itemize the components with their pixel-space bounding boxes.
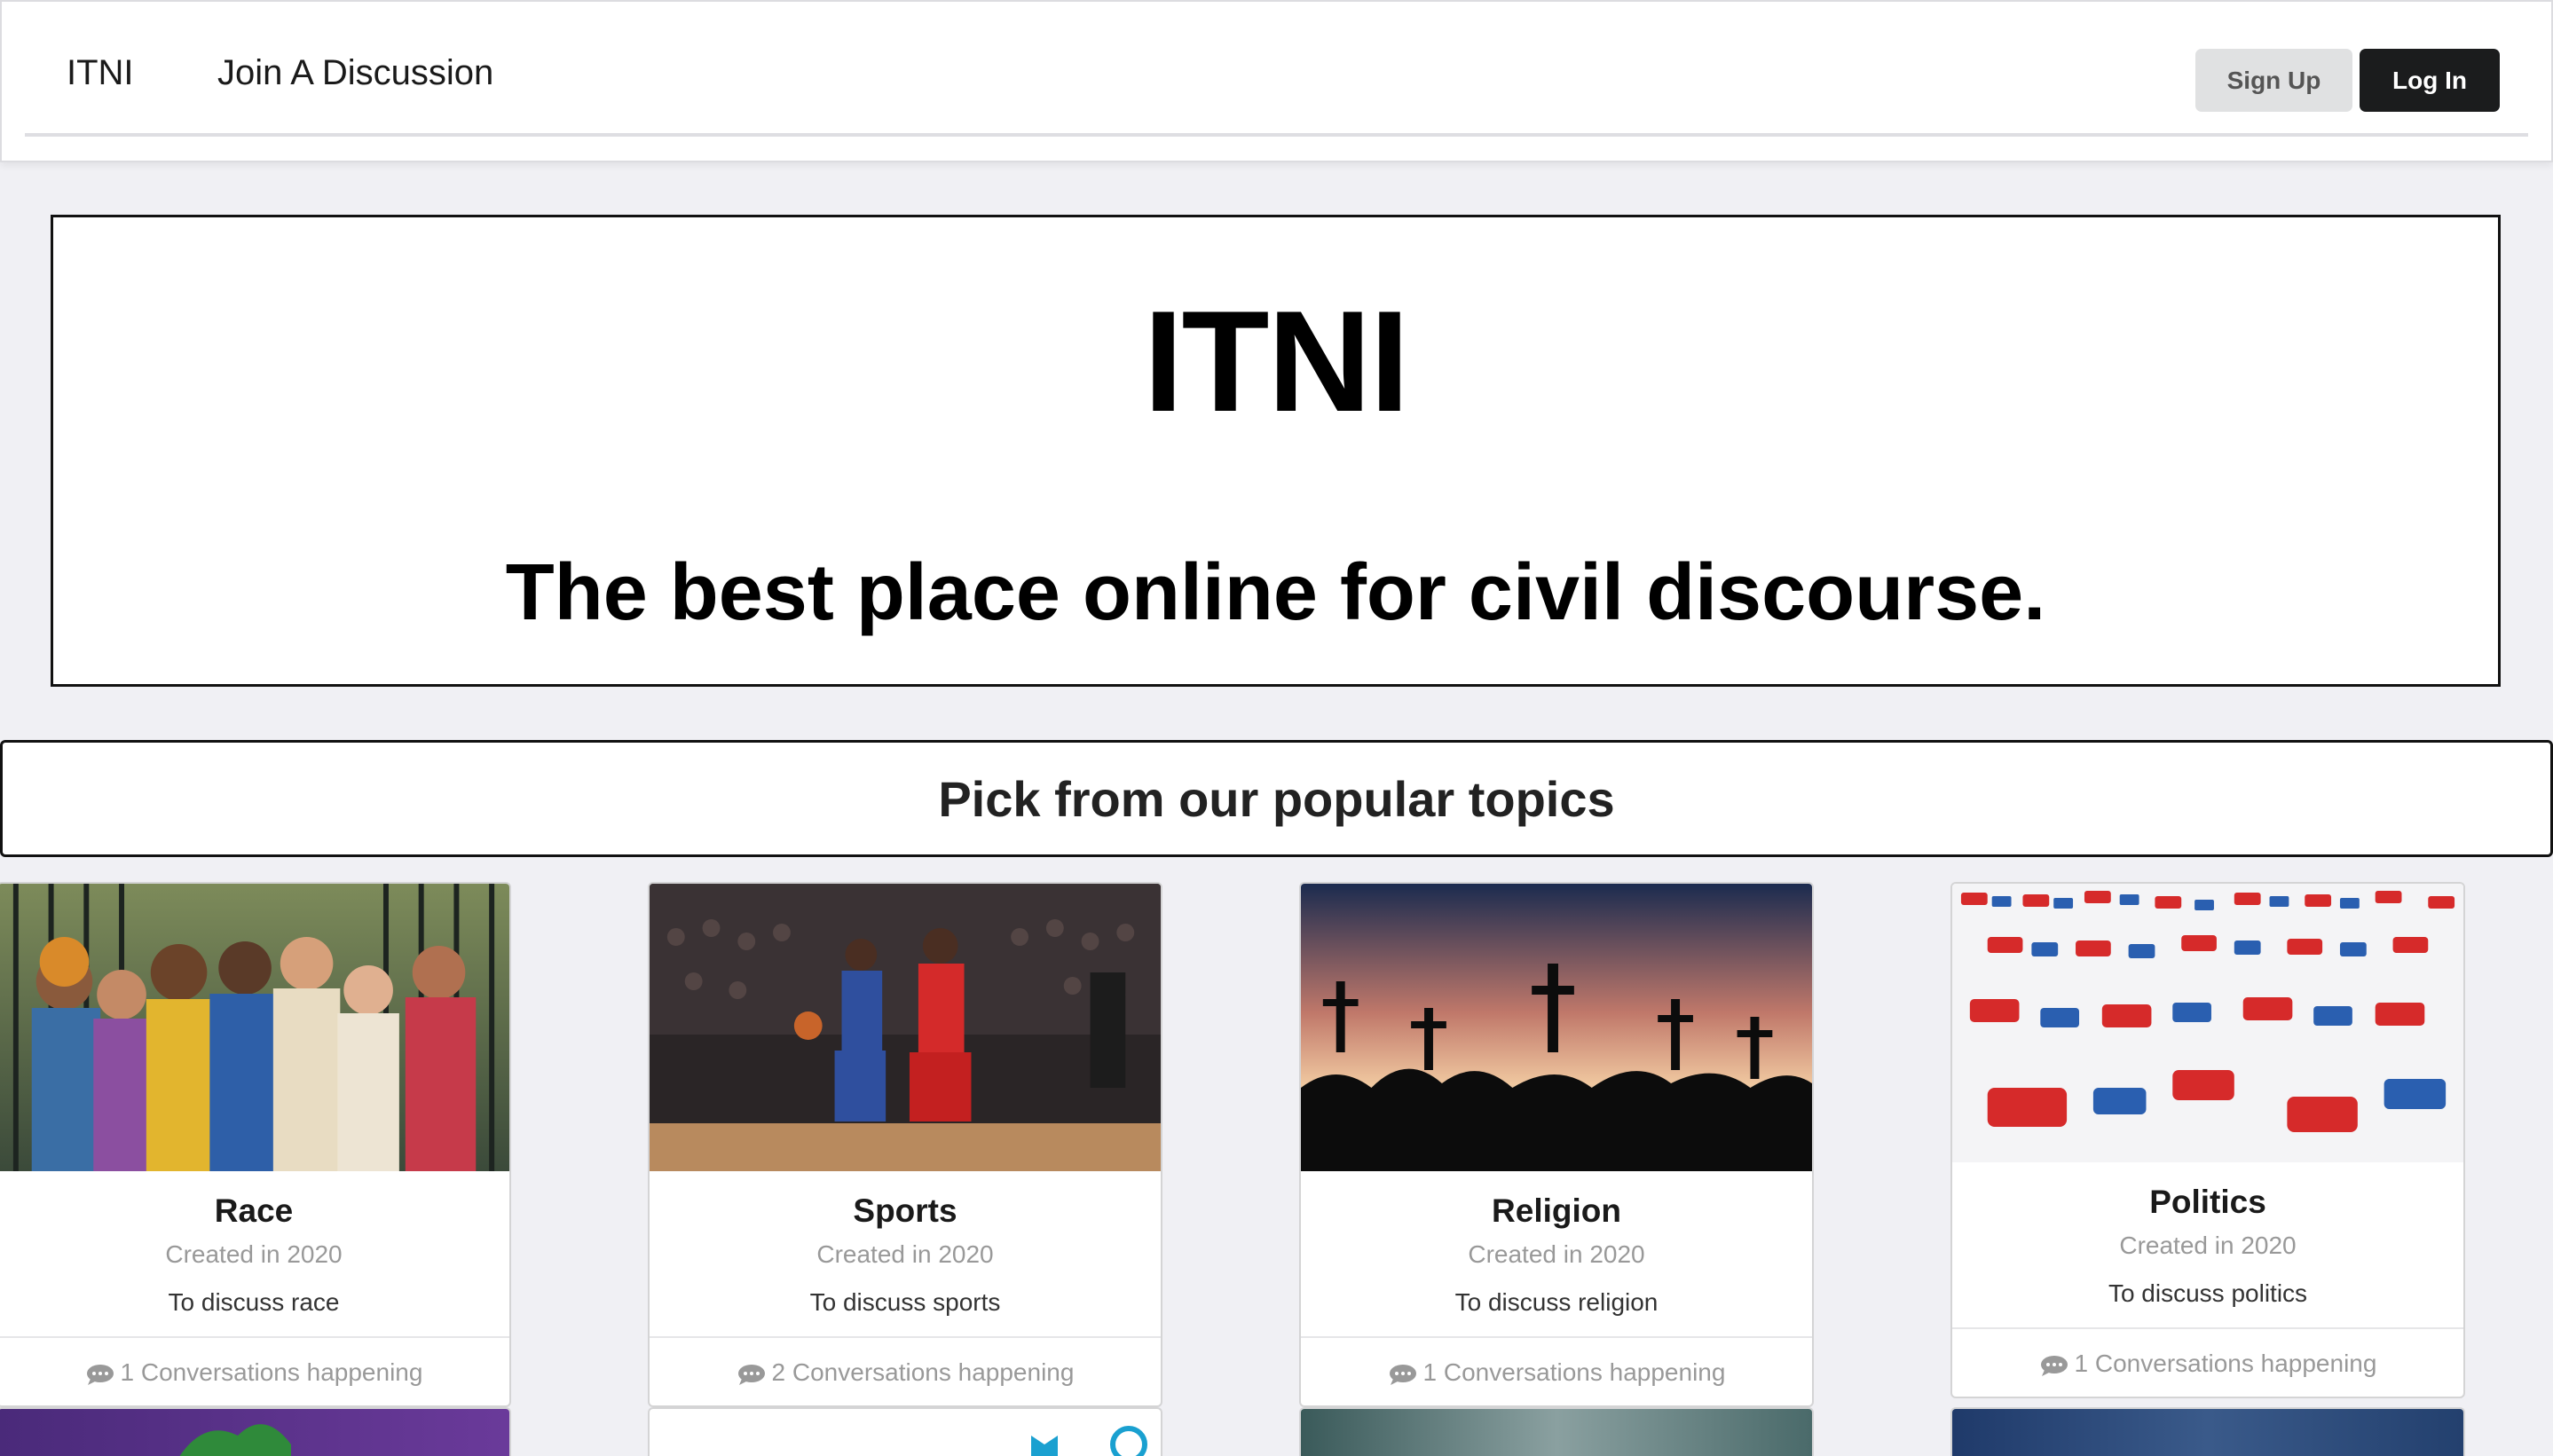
hero-title: ITNI [1143, 281, 1410, 442]
card-footer: 2 Conversations happening [650, 1336, 1161, 1405]
join-discussion-link[interactable]: Join A Discussion [217, 53, 493, 93]
sign-up-button[interactable]: Sign Up [2195, 49, 2352, 112]
topics-heading: Pick from our popular topics [938, 770, 1615, 827]
conversation-count: 1 Conversations happening [2074, 1350, 2377, 1377]
religion-card-image [1301, 884, 1812, 1171]
card-created-date: Created in 2020 [165, 1240, 343, 1268]
card-created-date: Created in 2020 [816, 1240, 994, 1268]
card-image-partial [1031, 1426, 1147, 1456]
nav-brand-link[interactable]: ITNI [67, 53, 134, 93]
topics-heading-banner: Pick from our popular topics [0, 740, 2553, 857]
card-description: To discuss religion [1454, 1288, 1659, 1316]
top-navbar: ITNI Join A Discussion Sign Up Log In [0, 0, 2553, 162]
topic-card-partial-1[interactable] [0, 1407, 511, 1456]
card-footer: 1 Conversations happening [1952, 1327, 2463, 1397]
hero-panel: ITNI The best place online for civil dis… [51, 215, 2501, 687]
race-card-image [0, 884, 509, 1171]
conversation-count: 2 Conversations happening [771, 1358, 1075, 1386]
topic-card-partial-2[interactable] [648, 1407, 1162, 1456]
card-title[interactable]: Sports [650, 1192, 1161, 1230]
card-created-date: Created in 2020 [1468, 1240, 1645, 1268]
chat-bubble-icon [2040, 1356, 2068, 1376]
conversation-count: 1 Conversations happening [120, 1358, 423, 1386]
topic-card-sports[interactable]: Sports Created in 2020 To discuss sports… [648, 882, 1162, 1407]
card-footer: 1 Conversations happening [0, 1336, 509, 1405]
card-title[interactable]: Politics [1952, 1184, 2463, 1221]
card-title[interactable]: Religion [1301, 1192, 1812, 1230]
chat-bubble-icon [86, 1365, 114, 1385]
topic-card-politics[interactable]: Politics Created in 2020 To discuss poli… [1950, 882, 2465, 1398]
card-description: To discuss race [168, 1288, 340, 1316]
card-image-partial [179, 1424, 291, 1456]
hero-tagline: The best place online for civil discours… [505, 548, 2046, 637]
log-in-button[interactable]: Log In [2360, 49, 2500, 112]
politics-card-image [1952, 884, 2463, 1162]
card-footer: 1 Conversations happening [1301, 1336, 1812, 1405]
chat-bubble-icon [737, 1365, 765, 1385]
topic-card-religion[interactable]: Religion Created in 2020 To discuss reli… [1299, 882, 1814, 1407]
sports-card-image [650, 884, 1161, 1171]
conversation-count: 1 Conversations happening [1422, 1358, 1726, 1386]
card-title[interactable]: Race [0, 1192, 509, 1230]
chat-bubble-icon [1389, 1365, 1416, 1385]
topic-card-partial-4[interactable] [1950, 1407, 2465, 1456]
topic-card-partial-3[interactable] [1299, 1407, 1814, 1456]
card-description: To discuss politics [2108, 1279, 2308, 1307]
topic-card-race[interactable]: Race Created in 2020 To discuss race 1 C… [0, 882, 511, 1407]
card-created-date: Created in 2020 [2119, 1232, 2297, 1259]
navbar-divider [25, 133, 2528, 137]
card-description: To discuss sports [809, 1288, 1001, 1316]
